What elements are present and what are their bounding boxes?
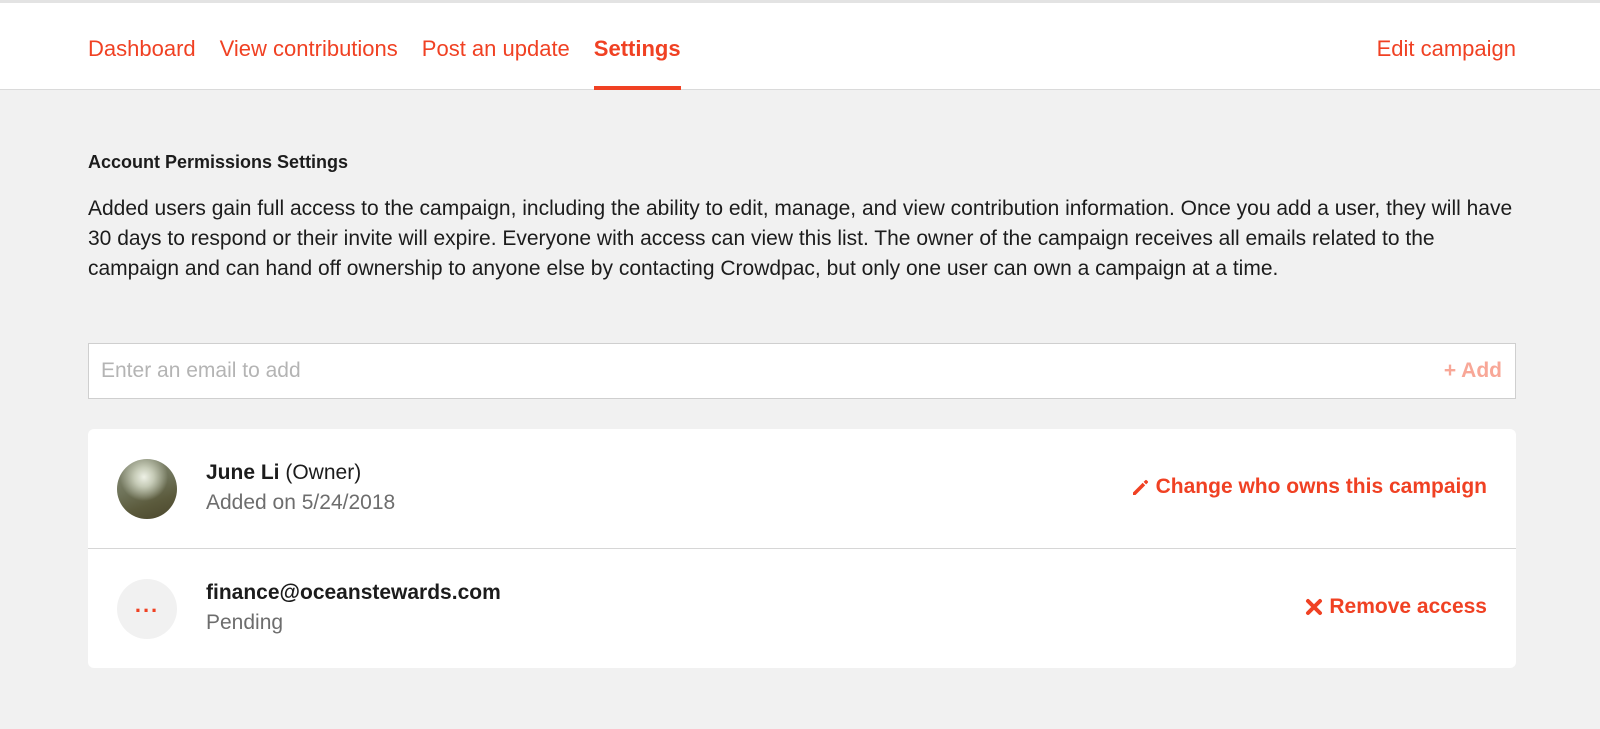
top-navigation-bar: Dashboard View contributions Post an upd… (0, 0, 1600, 90)
tab-settings[interactable]: Settings (593, 3, 681, 90)
user-status: Pending (206, 611, 284, 634)
user-added-date: Added on 5/24/2018 (206, 491, 396, 514)
section-title: Account Permissions Settings (88, 152, 349, 172)
user-row-pending: ... finance@oceanstewards.com Pending Re… (88, 548, 1516, 668)
tab-bar: Dashboard View contributions Post an upd… (88, 3, 705, 90)
x-icon (1306, 599, 1323, 615)
change-owner-button[interactable]: Change who owns this campaign (1130, 475, 1487, 499)
pending-avatar-icon: ... (117, 579, 177, 639)
email-input[interactable] (89, 344, 1389, 398)
pencil-icon (1132, 479, 1148, 495)
user-name: June Li (Owner) (206, 461, 361, 485)
permissions-description: Added users gain full access to the camp… (88, 197, 1513, 280)
user-email-text: finance@oceanstewards.com (206, 581, 501, 604)
user-name-text: June Li (206, 461, 280, 484)
add-button[interactable]: + Add (1444, 359, 1502, 383)
tab-post-an-update[interactable]: Post an update (422, 3, 570, 90)
tab-dashboard[interactable]: Dashboard (88, 3, 196, 90)
add-user-field: + Add (88, 343, 1516, 399)
user-row-owner: June Li (Owner) Added on 5/24/2018 Chang… (88, 429, 1516, 548)
avatar (117, 459, 177, 519)
change-owner-label: Change who owns this campaign (1155, 475, 1487, 498)
tab-view-contributions[interactable]: View contributions (220, 3, 398, 90)
remove-access-button[interactable]: Remove access (1305, 595, 1487, 619)
user-email: finance@oceanstewards.com (206, 581, 501, 605)
remove-access-label: Remove access (1329, 595, 1487, 618)
user-role: (Owner) (285, 461, 362, 484)
edit-campaign-link[interactable]: Edit campaign (1377, 36, 1516, 62)
user-list: June Li (Owner) Added on 5/24/2018 Chang… (88, 429, 1516, 668)
